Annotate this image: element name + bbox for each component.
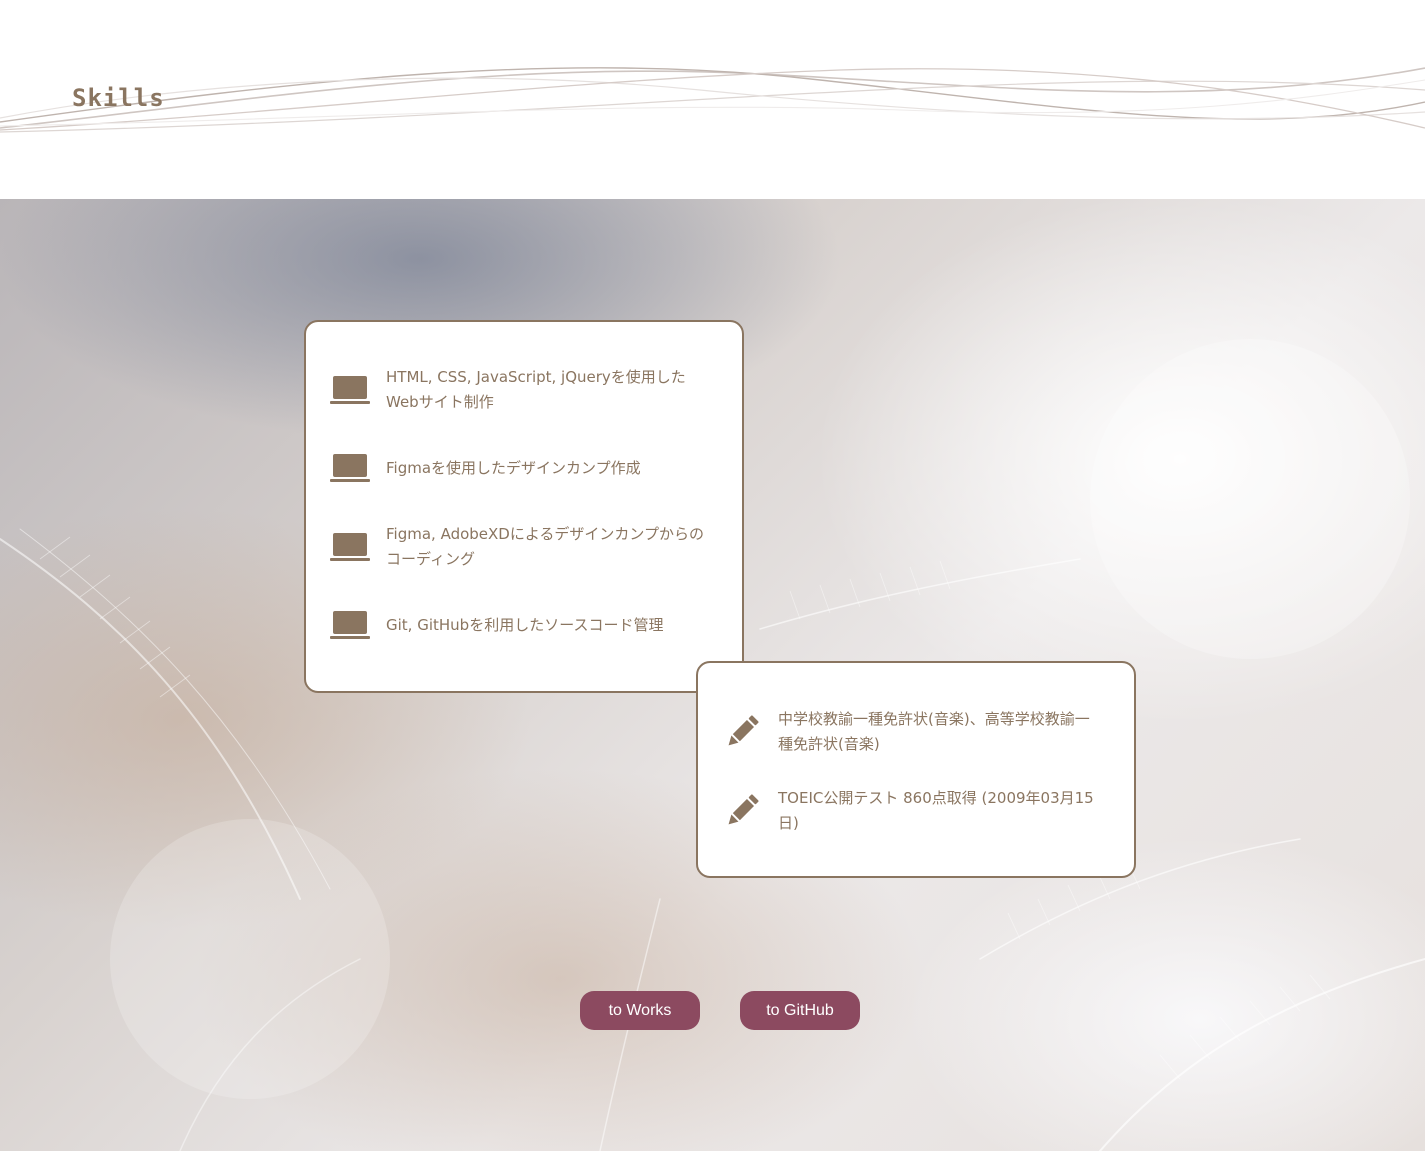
list-item: 中学校教諭一種免許状(音楽)、高等学校教諭一 種免許状(音楽) — [722, 707, 1118, 757]
pencil-icon — [722, 715, 762, 748]
certifications-card: 中学校教諭一種免許状(音楽)、高等学校教諭一 種免許状(音楽) TOEIC公開テ… — [696, 661, 1136, 878]
list-item: HTML, CSS, JavaScript, jQueryを使用した Webサイ… — [330, 365, 726, 415]
certification-text: TOEIC公開テスト 860点取得 (2009年03月15 日) — [778, 789, 1094, 832]
page: Skills HTML, CSS, JavaScript, jQueryを使用し… — [0, 0, 1425, 1151]
certification-text: 中学校教諭一種免許状(音楽)、高等学校教諭一 種免許状(音楽) — [778, 710, 1090, 753]
skills-card: HTML, CSS, JavaScript, jQueryを使用した Webサイ… — [304, 320, 744, 693]
to-works-button[interactable]: to Works — [580, 991, 700, 1030]
skill-text: Figmaを使用したデザインカンプ作成 — [386, 458, 641, 477]
section-header: Skills — [0, 0, 1425, 199]
list-item: Figmaを使用したデザインカンプ作成 — [330, 452, 726, 484]
skill-text: HTML, CSS, JavaScript, jQueryを使用した Webサイ… — [386, 368, 686, 411]
page-title: Skills — [72, 84, 165, 112]
laptop-icon — [330, 452, 370, 484]
decorative-wave-lines — [0, 67, 1425, 133]
list-item: Figma, AdobeXDによるデザインカンプからの コーディング — [330, 522, 726, 572]
to-github-button[interactable]: to GitHub — [740, 991, 860, 1030]
skill-text: Git, GitHubを利用したソースコード管理 — [386, 615, 664, 634]
pencil-icon — [722, 794, 762, 827]
laptop-icon — [330, 531, 370, 563]
list-item: TOEIC公開テスト 860点取得 (2009年03月15 日) — [722, 786, 1118, 836]
laptop-icon — [330, 374, 370, 406]
list-item: Git, GitHubを利用したソースコード管理 — [330, 609, 726, 641]
laptop-icon — [330, 609, 370, 641]
skill-text: Figma, AdobeXDによるデザインカンプからの コーディング — [386, 525, 704, 568]
